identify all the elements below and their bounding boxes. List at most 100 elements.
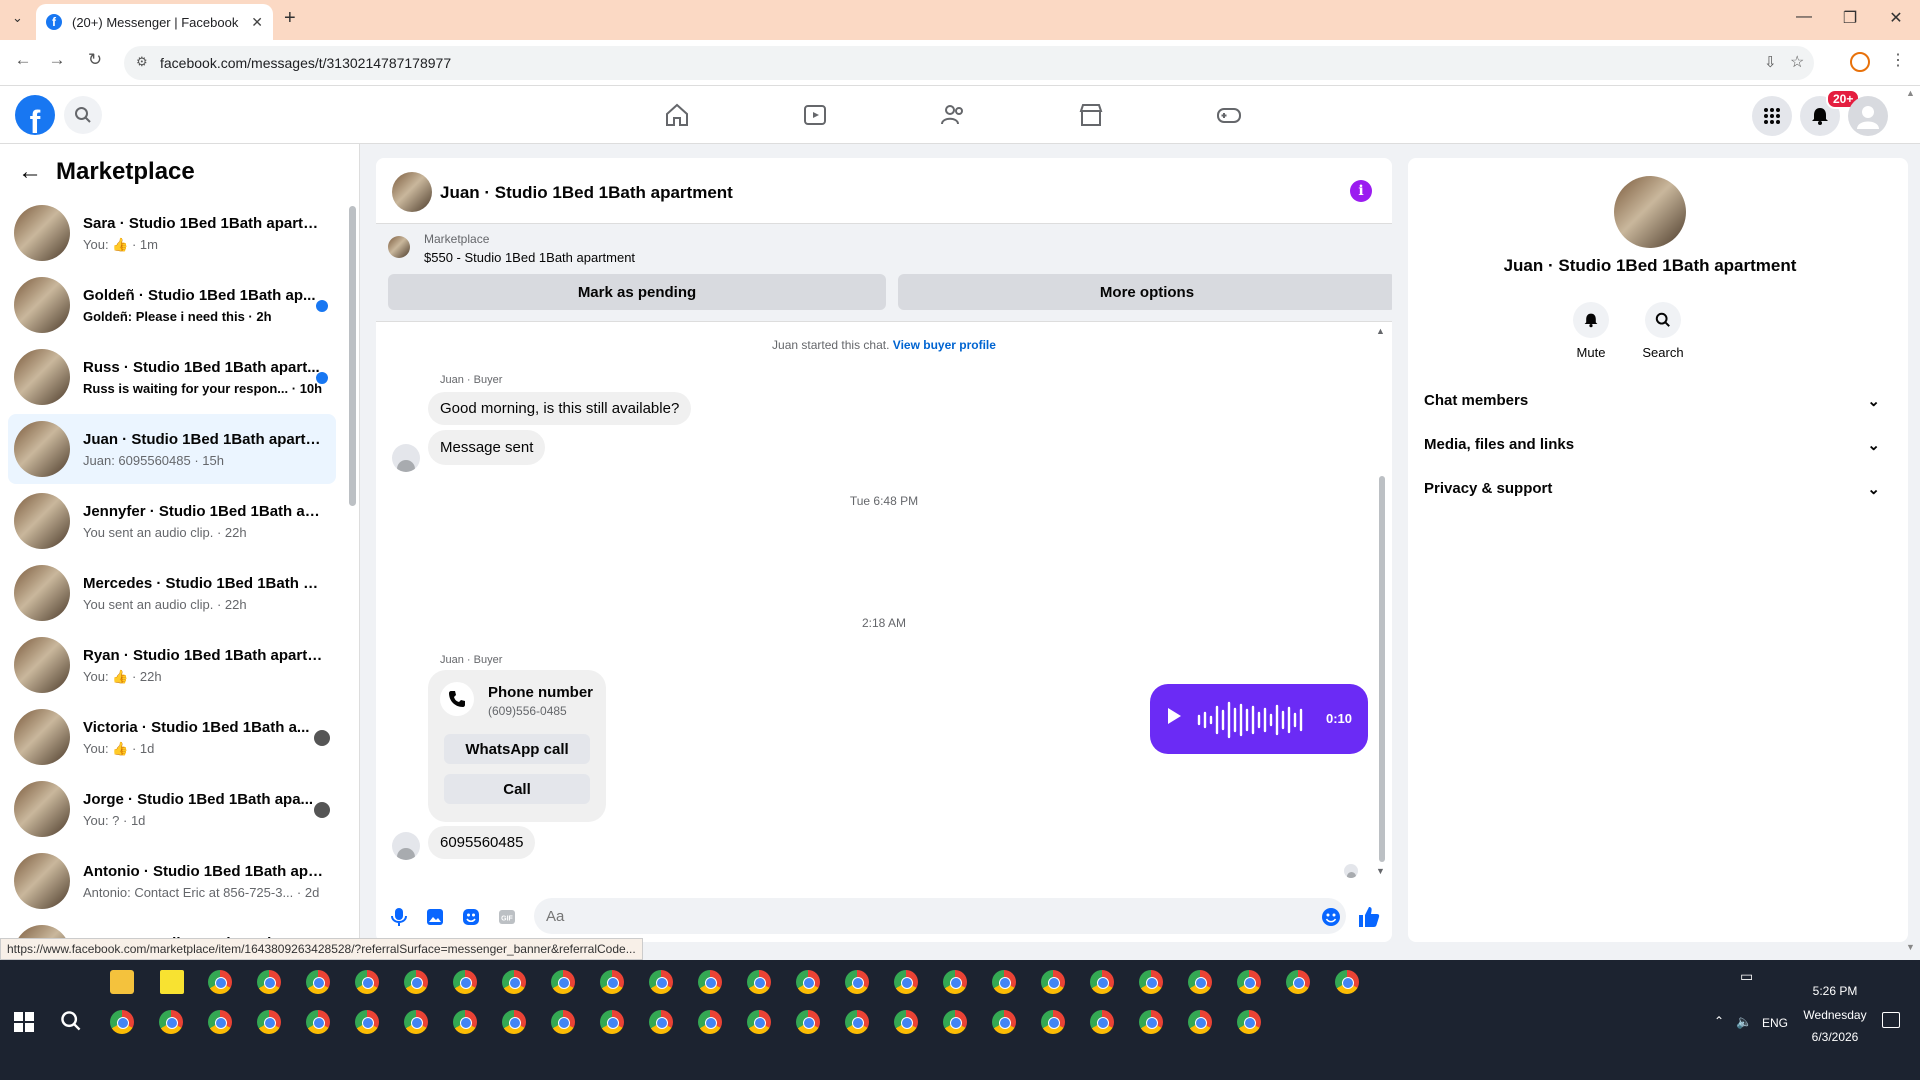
url-bar[interactable]: ⚙ facebook.com/messages/t/31302147871789…: [124, 46, 1814, 80]
bookmark-star-icon[interactable]: ☆: [1790, 52, 1804, 72]
taskbar-app-icon[interactable]: [649, 970, 673, 994]
taskbar-app-icon[interactable]: [257, 1010, 281, 1034]
chrome-menu-icon[interactable]: ⋮: [1890, 50, 1906, 70]
back-icon[interactable]: ←: [10, 50, 36, 70]
like-thumb-icon[interactable]: [1358, 906, 1380, 928]
taskbar-app-icon[interactable]: [649, 1010, 673, 1034]
windows-start-icon[interactable]: [14, 1012, 34, 1032]
minimize-icon[interactable]: —: [1784, 8, 1824, 26]
section-chat-members[interactable]: Chat members ⌄: [1424, 392, 1880, 410]
tab-close-icon[interactable]: ✕: [251, 14, 263, 31]
listing-thumbnail[interactable]: [388, 236, 410, 258]
tab-search-icon[interactable]: ⌄: [12, 10, 23, 26]
conversation-item[interactable]: Victoria · Studio 1Bed 1Bath a... You: 👍 …: [8, 702, 336, 772]
taskbar-app-icon[interactable]: [208, 970, 232, 994]
mute-button[interactable]: Mute: [1556, 302, 1626, 360]
back-arrow-icon[interactable]: ←: [18, 158, 42, 186]
taskbar-app-icon[interactable]: [110, 1010, 134, 1034]
taskbar-app-icon[interactable]: [1188, 970, 1212, 994]
taskbar-app-icon[interactable]: [404, 970, 428, 994]
taskbar-app-icon[interactable]: [355, 970, 379, 994]
taskbar-app-icon[interactable]: [845, 1010, 869, 1034]
taskbar-app-icon[interactable]: [698, 1010, 722, 1034]
reload-icon[interactable]: ↻: [82, 50, 108, 70]
taskbar-app-icon[interactable]: [747, 1010, 771, 1034]
taskbar-app-icon[interactable]: [306, 1010, 330, 1034]
restore-icon[interactable]: ❐: [1830, 8, 1870, 28]
taskbar-app-icon[interactable]: [992, 970, 1016, 994]
taskbar-search-icon[interactable]: [60, 1010, 82, 1032]
taskbar-app-icon[interactable]: [306, 970, 330, 994]
taskbar-app-icon[interactable]: [943, 1010, 967, 1034]
taskbar-app-icon[interactable]: [747, 970, 771, 994]
taskbar-app-icon[interactable]: [551, 1010, 575, 1034]
facebook-logo-icon[interactable]: f: [15, 95, 55, 135]
taskbar-app-icon[interactable]: [1335, 970, 1359, 994]
page-scroll-down-icon[interactable]: ▼: [1906, 942, 1915, 952]
facebook-search-button[interactable]: [64, 96, 102, 134]
chat-avatar[interactable]: [392, 172, 432, 212]
taskbar-app-icon[interactable]: [894, 970, 918, 994]
listing-title[interactable]: $550 - Studio 1Bed 1Bath apartment: [424, 250, 635, 265]
scroll-up-icon[interactable]: ▲: [1376, 326, 1385, 336]
message-input[interactable]: [534, 898, 1346, 934]
taskbar-app-icon[interactable]: [1188, 1010, 1212, 1034]
info-avatar[interactable]: [1614, 176, 1686, 248]
conversation-item[interactable]: Juan · Studio 1Bed 1Bath apartm... Juan: …: [8, 414, 336, 484]
taskbar-app-icon[interactable]: [698, 970, 722, 994]
photo-icon[interactable]: [424, 906, 446, 928]
message-bubble[interactable]: Good morning, is this still available?: [428, 392, 692, 425]
taskbar-app-icon[interactable]: [1139, 1010, 1163, 1034]
language-indicator[interactable]: ENG: [1762, 1016, 1788, 1030]
chat-scrollbar[interactable]: [1379, 476, 1385, 862]
message-bubble[interactable]: 6095560485: [428, 826, 536, 859]
sticky-notes-icon[interactable]: [160, 970, 184, 994]
clock[interactable]: 5:26 PM Wednesday 6/3/2026: [1795, 980, 1875, 1048]
conversation-item[interactable]: Ryan · Studio 1Bed 1Bath apartm... You: 👍…: [8, 630, 336, 700]
conversation-item[interactable]: Mercedes · Studio 1Bed 1Bath ap... You se…: [8, 558, 336, 628]
taskbar-app-icon[interactable]: [453, 1010, 477, 1034]
conversation-item[interactable]: Jennyfer · Studio 1Bed 1Bath apa... You s…: [8, 486, 336, 556]
notification-center-icon[interactable]: [1882, 1012, 1900, 1028]
taskbar-app-icon[interactable]: [796, 970, 820, 994]
view-buyer-profile-link[interactable]: View buyer profile: [893, 338, 996, 352]
taskbar-app-icon[interactable]: [796, 1010, 820, 1034]
profile-icon[interactable]: [1850, 52, 1870, 72]
taskbar-app-icon[interactable]: [404, 1010, 428, 1034]
conversation-item[interactable]: Russ · Studio 1Bed 1Bath apart... Russ is…: [8, 342, 336, 412]
gif-icon[interactable]: GIF: [496, 906, 518, 928]
whatsapp-call-button[interactable]: WhatsApp call: [444, 734, 590, 764]
taskbar-app-icon[interactable]: [1041, 970, 1065, 994]
friends-icon[interactable]: [938, 100, 968, 130]
taskbar-app-icon[interactable]: [894, 1010, 918, 1034]
taskbar-app-icon[interactable]: [845, 970, 869, 994]
scroll-down-icon[interactable]: ▼: [1376, 866, 1385, 876]
info-icon[interactable]: i: [1350, 180, 1372, 202]
taskbar-app-icon[interactable]: [453, 970, 477, 994]
taskbar-app-icon[interactable]: [551, 970, 575, 994]
gaming-icon[interactable]: [1214, 100, 1244, 130]
display-icon[interactable]: ▭: [1740, 968, 1753, 985]
taskbar-app-icon[interactable]: [257, 970, 281, 994]
mark-as-pending-button[interactable]: Mark as pending: [388, 274, 886, 310]
volume-icon[interactable]: 🔈: [1736, 1014, 1752, 1030]
taskbar-app-icon[interactable]: [159, 1010, 183, 1034]
taskbar-app-icon[interactable]: [1139, 970, 1163, 994]
play-icon[interactable]: [1168, 708, 1181, 724]
sender-avatar-icon[interactable]: [392, 832, 420, 860]
chat-title[interactable]: Juan · Studio 1Bed 1Bath apartment: [440, 183, 733, 203]
taskbar-app-icon[interactable]: [1237, 970, 1261, 994]
conversation-item[interactable]: Sara · Studio 1Bed 1Bath apartm... You: 👍…: [8, 198, 336, 268]
sender-avatar-icon[interactable]: [392, 444, 420, 472]
home-icon[interactable]: [662, 100, 692, 130]
audio-clip-message[interactable]: 0:10: [1150, 684, 1368, 754]
taskbar-app-icon[interactable]: [502, 1010, 526, 1034]
taskbar-app-icon[interactable]: [600, 970, 624, 994]
taskbar-app-icon[interactable]: [1090, 970, 1114, 994]
taskbar-app-icon[interactable]: [502, 970, 526, 994]
tray-chevron-up-icon[interactable]: ⌃: [1714, 1014, 1724, 1028]
file-explorer-icon[interactable]: [110, 970, 134, 994]
taskbar-app-icon[interactable]: [355, 1010, 379, 1034]
browser-tab[interactable]: f (20+) Messenger | Facebook ✕: [36, 4, 273, 40]
install-icon[interactable]: ⇩: [1764, 53, 1777, 71]
